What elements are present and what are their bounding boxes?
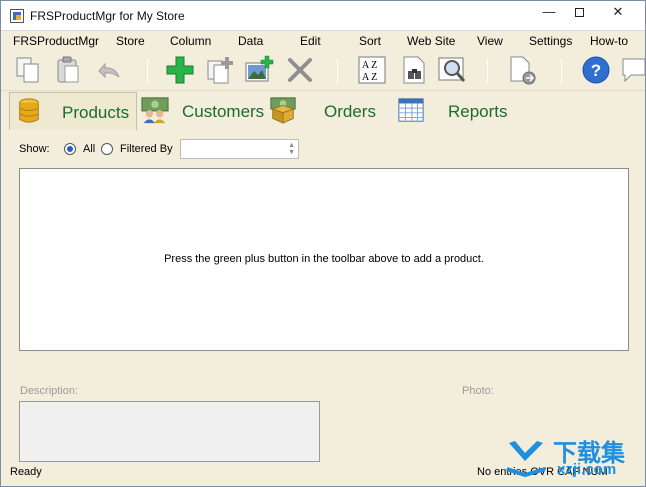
undo-icon[interactable] [93, 55, 123, 85]
reports-icon [398, 98, 424, 122]
tab-products[interactable]: Products [9, 92, 137, 130]
section-tabs: Products Customers Orders Reports [1, 92, 645, 130]
spinner-arrows-icon[interactable]: ▲ ▼ [288, 142, 295, 156]
minimize-button[interactable]: — [535, 1, 563, 23]
sort-az-text: A Z [362, 60, 377, 71]
tab-orders-label: Orders [324, 102, 376, 121]
chat-icon[interactable] [619, 55, 646, 85]
zoom-photo-icon[interactable] [437, 55, 467, 85]
copy-icon[interactable] [13, 55, 43, 85]
sort-az-icon[interactable]: A Z A Z [357, 55, 387, 85]
menu-view[interactable]: View [477, 34, 503, 48]
tab-reports[interactable]: Reports [393, 92, 523, 130]
paste-icon[interactable] [53, 55, 83, 85]
add-photo-icon[interactable] [244, 55, 274, 85]
toolbar-separator [337, 59, 338, 83]
status-text: Ready [10, 466, 42, 478]
description-field[interactable] [19, 401, 320, 462]
customers-icon [141, 97, 169, 124]
tab-reports-label: Reports [448, 102, 508, 121]
delete-icon[interactable] [285, 55, 315, 85]
menu-sort[interactable]: Sort [359, 34, 381, 48]
tab-customers[interactable]: Customers [139, 92, 265, 130]
toolbar-separator [147, 59, 148, 83]
app-window: FRSProductMgr for My Store — ✕ FRSProduc… [0, 0, 646, 487]
toolbar-separator [487, 59, 488, 83]
show-filtered-radio[interactable] [101, 143, 113, 155]
menu-settings[interactable]: Settings [529, 34, 572, 48]
orders-icon [270, 97, 296, 124]
menu-how-to[interactable]: How-to [590, 34, 628, 48]
empty-list-message: Press the green plus button in the toolb… [164, 253, 484, 265]
toolbar: A Z A Z ? [1, 51, 645, 91]
close-button[interactable]: ✕ [594, 1, 642, 23]
duplicate-icon[interactable] [205, 55, 235, 85]
database-icon [19, 98, 39, 123]
sort-az-text: A Z [362, 72, 377, 83]
add-product-icon[interactable] [165, 55, 195, 85]
menu-column[interactable]: Column [170, 34, 211, 48]
close-icon: ✕ [612, 4, 624, 19]
svg-text:?: ? [591, 61, 601, 80]
export-icon[interactable] [507, 55, 537, 85]
menu-store[interactable]: Store [116, 34, 145, 48]
show-all-label[interactable]: All [83, 143, 95, 155]
menu-data[interactable]: Data [238, 34, 263, 48]
menu-bar: FRSProductMgr Store Column Data Edit Sor… [1, 31, 645, 51]
watermark-url: xzji.com [557, 461, 617, 478]
show-all-radio[interactable] [64, 143, 76, 155]
download-arrow-icon [506, 441, 546, 478]
menu-frsproductmgr[interactable]: FRSProductMgr [13, 34, 99, 48]
toolbar-separator [561, 59, 562, 83]
window-title: FRSProductMgr for My Store [30, 9, 185, 23]
minimize-icon: — [542, 4, 556, 19]
menu-edit[interactable]: Edit [300, 34, 321, 48]
watermark: 下载集 xzji.com [501, 433, 643, 483]
maximize-icon [574, 8, 584, 18]
menu-web-site[interactable]: Web Site [407, 34, 455, 48]
tab-orders[interactable]: Orders [265, 92, 391, 130]
app-icon [10, 9, 24, 23]
title-bar[interactable]: FRSProductMgr for My Store — ✕ [1, 1, 645, 31]
photo-label: Photo: [462, 385, 494, 397]
filter-select[interactable]: ▲ ▼ [180, 139, 299, 159]
tab-customers-label: Customers [182, 102, 265, 121]
tab-products-label: Products [62, 103, 130, 122]
help-icon[interactable]: ? [581, 55, 611, 85]
find-icon[interactable] [399, 55, 429, 85]
description-label: Description: [20, 385, 79, 397]
maximize-button[interactable] [565, 1, 593, 23]
show-filtered-label[interactable]: Filtered By [120, 143, 173, 155]
show-label: Show: [19, 143, 50, 155]
product-list[interactable]: Press the green plus button in the toolb… [19, 168, 629, 351]
